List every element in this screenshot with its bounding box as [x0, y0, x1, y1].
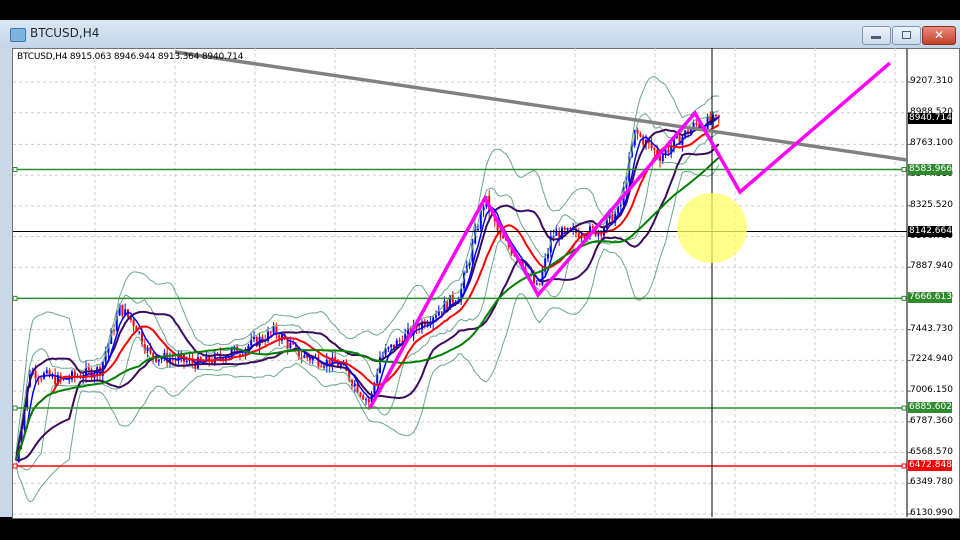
- candle-body: [398, 340, 401, 342]
- candle-body: [300, 357, 303, 359]
- level-label-horizontal: 7666.613: [908, 292, 952, 304]
- candle-body: [272, 326, 275, 333]
- candle-body: [157, 359, 160, 362]
- zigzag-drawing: [368, 61, 892, 409]
- candle-body: [661, 154, 664, 162]
- candle-body: [323, 366, 325, 368]
- candle-body: [639, 133, 642, 137]
- level-label-horizontal: 8583.966: [908, 163, 952, 175]
- chart-info: BTCUSD,H4 8915.063 8946.944 8913.364 894…: [17, 52, 244, 62]
- level-handle: [12, 295, 18, 301]
- price-tick-label: 7443.730: [910, 323, 953, 334]
- candle-body: [538, 283, 541, 285]
- candle-body: [653, 147, 656, 150]
- candle-body: [437, 311, 440, 316]
- price-tick-label: 6568.570: [910, 446, 953, 457]
- candle-body: [34, 371, 37, 379]
- candle-body: [40, 378, 43, 380]
- candle-body: [87, 367, 90, 370]
- level-label-horizontal: 6885.602: [908, 402, 952, 414]
- candle-body: [138, 331, 141, 333]
- candle-body: [591, 226, 594, 228]
- price-tick-label: 6349.780: [910, 477, 953, 488]
- candle-body: [269, 331, 272, 333]
- price-tick-label: 9207.310: [910, 76, 953, 86]
- candle-body: [367, 399, 370, 403]
- candle-body: [362, 395, 365, 400]
- candle-body: [619, 205, 622, 207]
- candle-body: [535, 283, 538, 285]
- candle-body: [566, 228, 569, 230]
- candle-body: [477, 229, 479, 231]
- candle-body: [715, 114, 717, 116]
- level-handle: [901, 167, 907, 173]
- price-tick-label: 6130.990: [910, 508, 953, 518]
- price-tick-label: 8763.100: [910, 138, 953, 149]
- price-tick-label: 7224.940: [910, 354, 953, 365]
- candle-body: [289, 343, 292, 349]
- level-handle: [901, 463, 907, 469]
- level-label-crosshair: 8142.664: [908, 225, 952, 237]
- level-handle: [901, 295, 907, 301]
- candle-body: [440, 311, 443, 313]
- candle-body: [320, 366, 323, 368]
- candle-body: [482, 206, 485, 211]
- candle-body: [667, 149, 670, 153]
- candle-body: [149, 347, 152, 353]
- candle-body: [555, 231, 558, 236]
- candle-body: [211, 362, 213, 364]
- level-label-current: 8940.714: [908, 113, 952, 125]
- candle-body: [390, 344, 393, 348]
- candle-body: [563, 227, 566, 230]
- candle-body: [365, 399, 367, 401]
- level-handle: [12, 463, 18, 469]
- bollinger-outer-upper: [15, 75, 719, 454]
- chart-canvas[interactable]: [0, 0, 960, 540]
- candle-body: [695, 123, 698, 125]
- candle-body: [387, 347, 390, 349]
- level-handle: [12, 405, 18, 411]
- price-tick-label: 8325.520: [910, 199, 953, 210]
- candle-body: [185, 360, 188, 362]
- price-tick-label: 7887.940: [910, 261, 953, 272]
- level-handle: [12, 167, 18, 173]
- candle-body: [435, 315, 437, 318]
- candle-body: [68, 379, 71, 381]
- price-tick-label: 6787.360: [910, 415, 953, 426]
- candle-body: [121, 304, 124, 316]
- level-handle: [901, 405, 907, 411]
- candle-body: [636, 129, 639, 134]
- price-tick-label: 7006.150: [910, 385, 953, 396]
- candle-body: [359, 392, 362, 396]
- candle-body: [45, 370, 48, 374]
- candle-body: [303, 355, 306, 358]
- highlight-circle: [677, 193, 747, 263]
- candle-body: [146, 347, 149, 351]
- candle-body: [353, 383, 356, 387]
- candle-body: [132, 319, 135, 327]
- level-label-horizontal: 6472.848: [908, 459, 952, 471]
- bollinger-mid-upper: [15, 110, 719, 457]
